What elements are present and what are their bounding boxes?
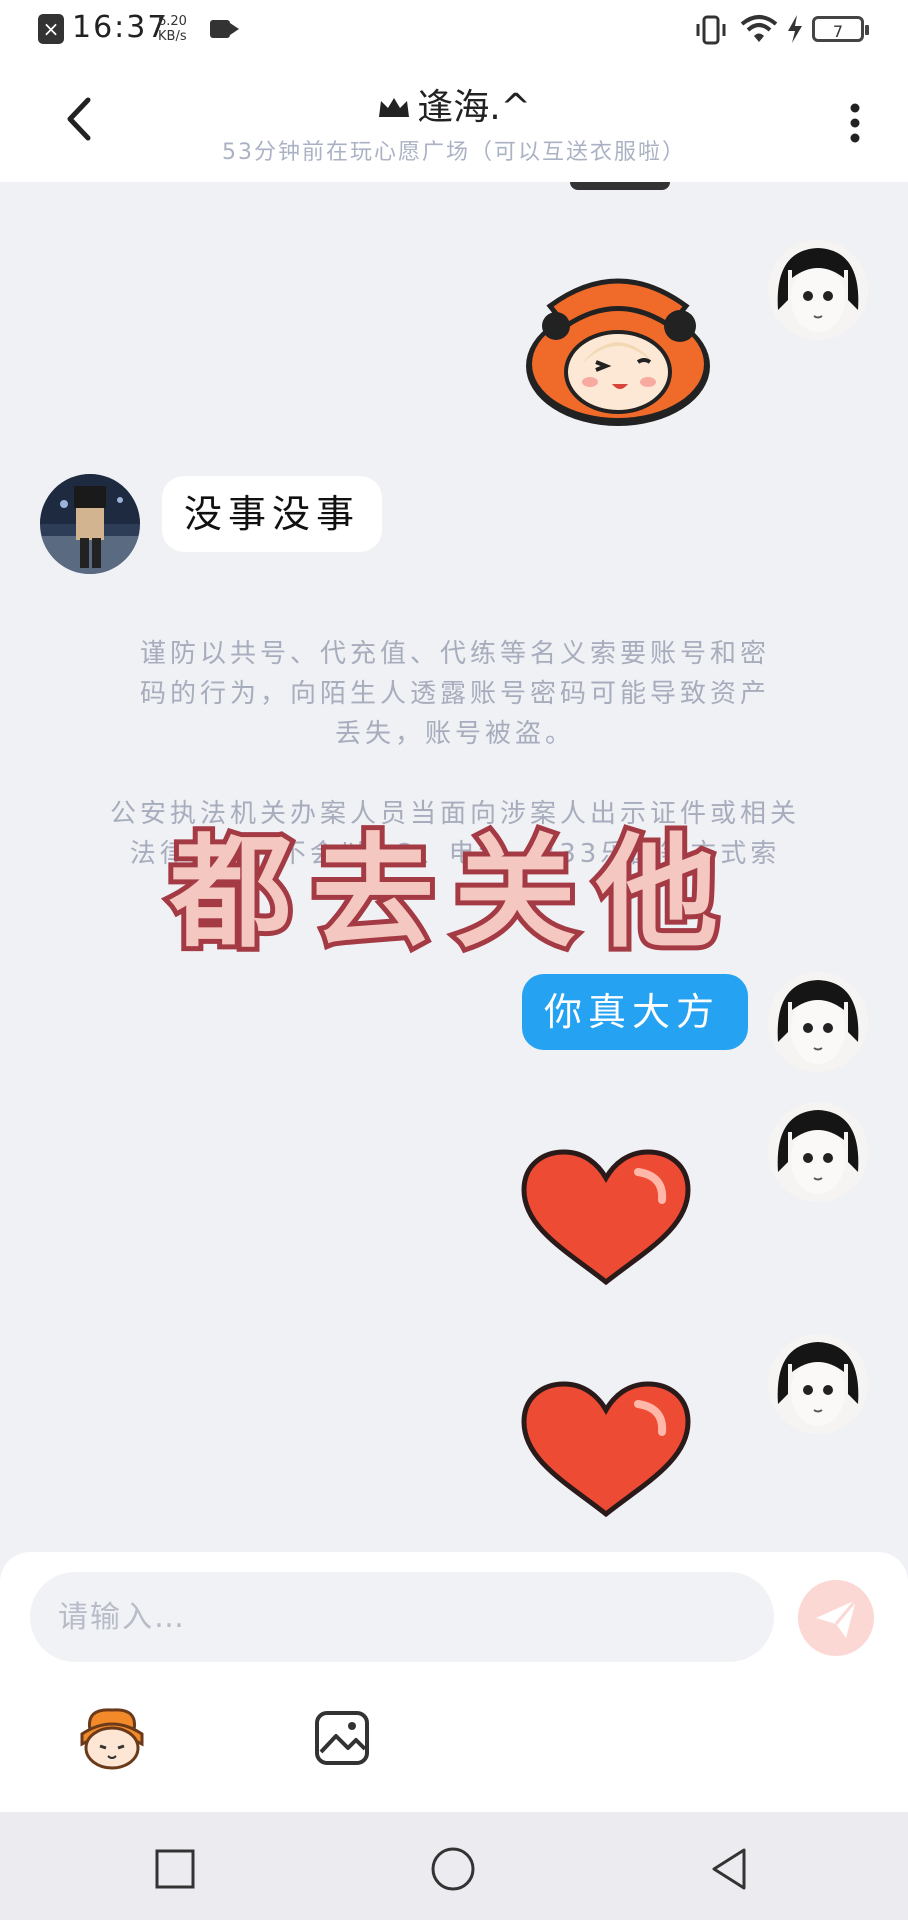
avatar[interactable] bbox=[768, 1334, 868, 1434]
partial-sticker bbox=[570, 182, 670, 190]
chat-header: 逢海.^ 53分钟前在玩心愿广场（可以互送衣服啦） bbox=[0, 62, 908, 182]
chat-partner-name: 逢海.^ bbox=[0, 78, 908, 130]
chat-bubble-incoming[interactable]: 没事没事 bbox=[162, 476, 382, 552]
heart-sticker[interactable] bbox=[518, 1148, 694, 1288]
vibrate-icon bbox=[696, 15, 726, 45]
heart-icon bbox=[521, 1149, 691, 1286]
avatar[interactable] bbox=[768, 1102, 868, 1202]
recent-apps-icon[interactable] bbox=[154, 1848, 196, 1890]
notice-line: 丢失，账号被盗。 bbox=[334, 719, 575, 749]
hug-sticker-image bbox=[526, 278, 710, 426]
partner-status: 53分钟前在玩心愿广场（可以互送衣服啦） bbox=[222, 140, 686, 165]
avatar[interactable] bbox=[768, 240, 868, 340]
page-title: 逢海.^ bbox=[417, 87, 531, 128]
home-icon[interactable] bbox=[430, 1846, 476, 1892]
notice-line: 谨防以共号、代充值、代练等名义索要账号和密 bbox=[139, 639, 770, 669]
image-button[interactable] bbox=[312, 1708, 372, 1768]
status-bar: × 16:37 6.20 KB/s 7 bbox=[0, 0, 908, 62]
composer bbox=[0, 1552, 908, 1812]
avatar-self-image bbox=[768, 240, 868, 340]
send-button[interactable] bbox=[798, 1580, 874, 1656]
crown-icon bbox=[379, 98, 410, 117]
more-vertical-icon[interactable] bbox=[840, 98, 870, 148]
sticker-button[interactable] bbox=[76, 1704, 148, 1774]
battery-indicator: 7 bbox=[812, 16, 869, 42]
notice-line: 码的行为，向陌生人透露账号密码可能导致资产 bbox=[139, 679, 770, 709]
message-text: 没事没事 bbox=[184, 492, 361, 536]
heart-icon bbox=[521, 1381, 691, 1518]
avatar-self-image bbox=[768, 972, 868, 1072]
heart-sticker[interactable] bbox=[518, 1380, 694, 1520]
speed-value: 6.20 bbox=[158, 14, 187, 29]
avatar[interactable] bbox=[768, 972, 868, 1072]
avatar[interactable] bbox=[40, 474, 140, 574]
message-text: 你真大方 bbox=[544, 990, 721, 1034]
send-icon bbox=[816, 1599, 858, 1638]
notice-spacer bbox=[90, 754, 820, 794]
avatar-self-image bbox=[768, 1334, 868, 1434]
avatar-partner-image bbox=[40, 474, 140, 574]
sticker-face-icon bbox=[80, 1708, 144, 1770]
network-speed: 6.20 KB/s bbox=[158, 14, 187, 44]
overlay-caption: 都去关他 bbox=[165, 815, 738, 969]
no-signal-icon: × bbox=[38, 14, 64, 44]
message-list: 没事没事 谨防以共号、代充值、代练等名义索要账号和密 码的行为，向陌生人透露账号… bbox=[0, 182, 908, 1552]
avatar-self-image bbox=[768, 1102, 868, 1202]
message-input[interactable] bbox=[30, 1572, 774, 1662]
speed-unit: KB/s bbox=[158, 29, 187, 44]
video-record-icon bbox=[210, 20, 239, 38]
image-icon bbox=[315, 1711, 369, 1765]
sticker-message[interactable] bbox=[520, 266, 716, 430]
chat-bubble-outgoing[interactable]: 你真大方 bbox=[522, 974, 748, 1050]
charging-icon bbox=[788, 15, 802, 43]
status-time: 16:37 bbox=[72, 10, 169, 45]
back-triangle-icon[interactable] bbox=[708, 1846, 750, 1892]
wifi-icon bbox=[740, 15, 778, 42]
system-nav-bar bbox=[0, 1812, 908, 1920]
